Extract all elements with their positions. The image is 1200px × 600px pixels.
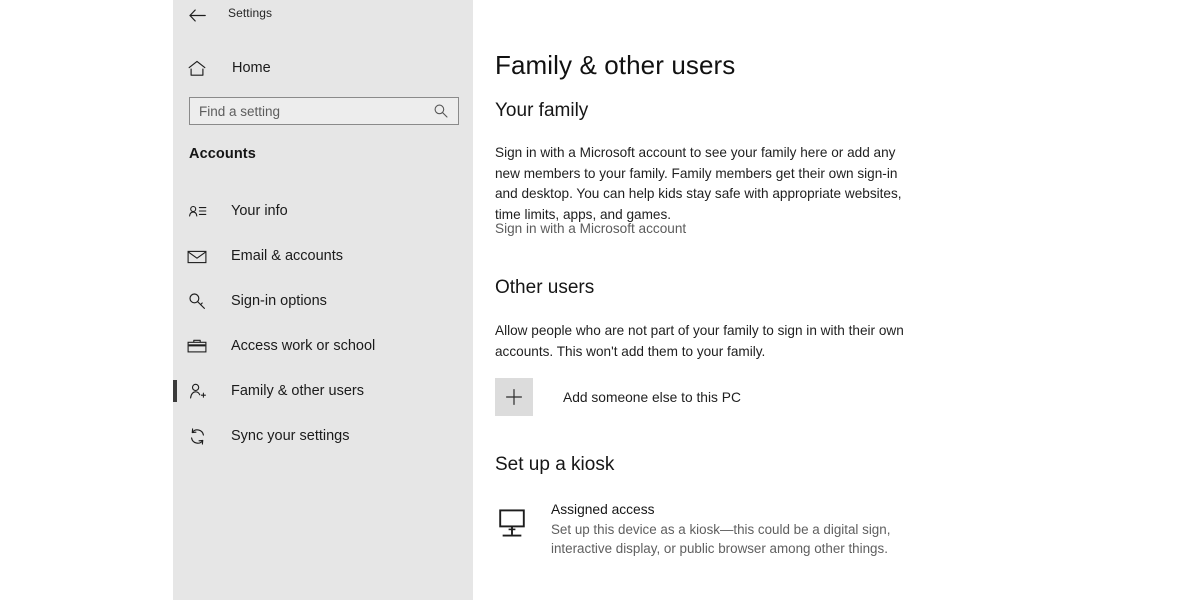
home-icon	[187, 58, 207, 78]
sidebar-item-sign-in-options[interactable]: Sign-in options	[173, 286, 473, 316]
sidebar-item-sync-your-settings[interactable]: Sync your settings	[173, 421, 473, 451]
search-icon[interactable]	[428, 100, 454, 122]
settings-sidebar: Settings Home Accounts	[173, 0, 473, 600]
add-someone-else-row[interactable]: Add someone else to this PC	[495, 378, 741, 416]
other-users-heading: Other users	[495, 277, 595, 298]
search-input[interactable]	[190, 98, 426, 124]
sidebar-item-sync-your-settings-label: Sync your settings	[231, 428, 350, 444]
sidebar-item-access-work-school[interactable]: Access work or school	[173, 331, 473, 361]
other-users-description: Allow people who are not part of your fa…	[495, 323, 904, 359]
main-content: Family & other users Your family Sign in…	[473, 0, 1200, 600]
selection-indicator	[173, 380, 177, 402]
back-arrow-icon[interactable]	[185, 4, 209, 26]
sidebar-item-your-info-label: Your info	[231, 203, 288, 219]
add-someone-else-label: Add someone else to this PC	[563, 389, 741, 405]
assigned-access-text: Assigned access Set up this device as a …	[551, 502, 951, 558]
set-up-kiosk-heading: Set up a kiosk	[495, 454, 615, 475]
sidebar-item-family-other-users-label: Family & other users	[231, 383, 364, 399]
your-family-description: Sign in with a Microsoft account to see …	[495, 145, 902, 222]
sidebar-item-home[interactable]: Home	[173, 54, 473, 82]
monitor-stand-icon	[495, 504, 529, 544]
sign-in-microsoft-account-link[interactable]: Sign in with a Microsoft account	[495, 221, 686, 236]
sync-icon	[186, 425, 208, 447]
search-box[interactable]	[189, 97, 459, 125]
briefcase-icon	[186, 335, 208, 357]
page-title: Family & other users	[495, 50, 736, 80]
sidebar-item-family-other-users[interactable]: Family & other users	[173, 376, 473, 406]
assigned-access-row[interactable]: Assigned access Set up this device as a …	[495, 502, 951, 558]
sidebar-section-header: Accounts	[189, 146, 256, 162]
contact-card-icon	[186, 200, 208, 222]
key-icon	[186, 290, 208, 312]
assigned-access-title: Assigned access	[551, 502, 655, 517]
sidebar-item-access-work-school-label: Access work or school	[231, 338, 376, 354]
sidebar-item-sign-in-options-label: Sign-in options	[231, 293, 327, 309]
sidebar-item-your-info[interactable]: Your info	[173, 196, 473, 226]
sidebar-titlebar: Settings	[173, 0, 473, 30]
sidebar-nav: Your info Email & accounts Sign-in optio…	[173, 196, 473, 466]
person-add-icon	[186, 380, 208, 402]
sidebar-item-email-accounts[interactable]: Email & accounts	[173, 241, 473, 271]
app-title: Settings	[228, 6, 273, 20]
sidebar-item-email-accounts-label: Email & accounts	[231, 248, 344, 264]
envelope-icon	[186, 245, 208, 267]
assigned-access-description: Set up this device as a kiosk—this could…	[551, 522, 891, 556]
your-family-heading: Your family	[495, 100, 589, 121]
sidebar-item-home-label: Home	[232, 60, 271, 76]
plus-icon[interactable]	[495, 378, 533, 416]
